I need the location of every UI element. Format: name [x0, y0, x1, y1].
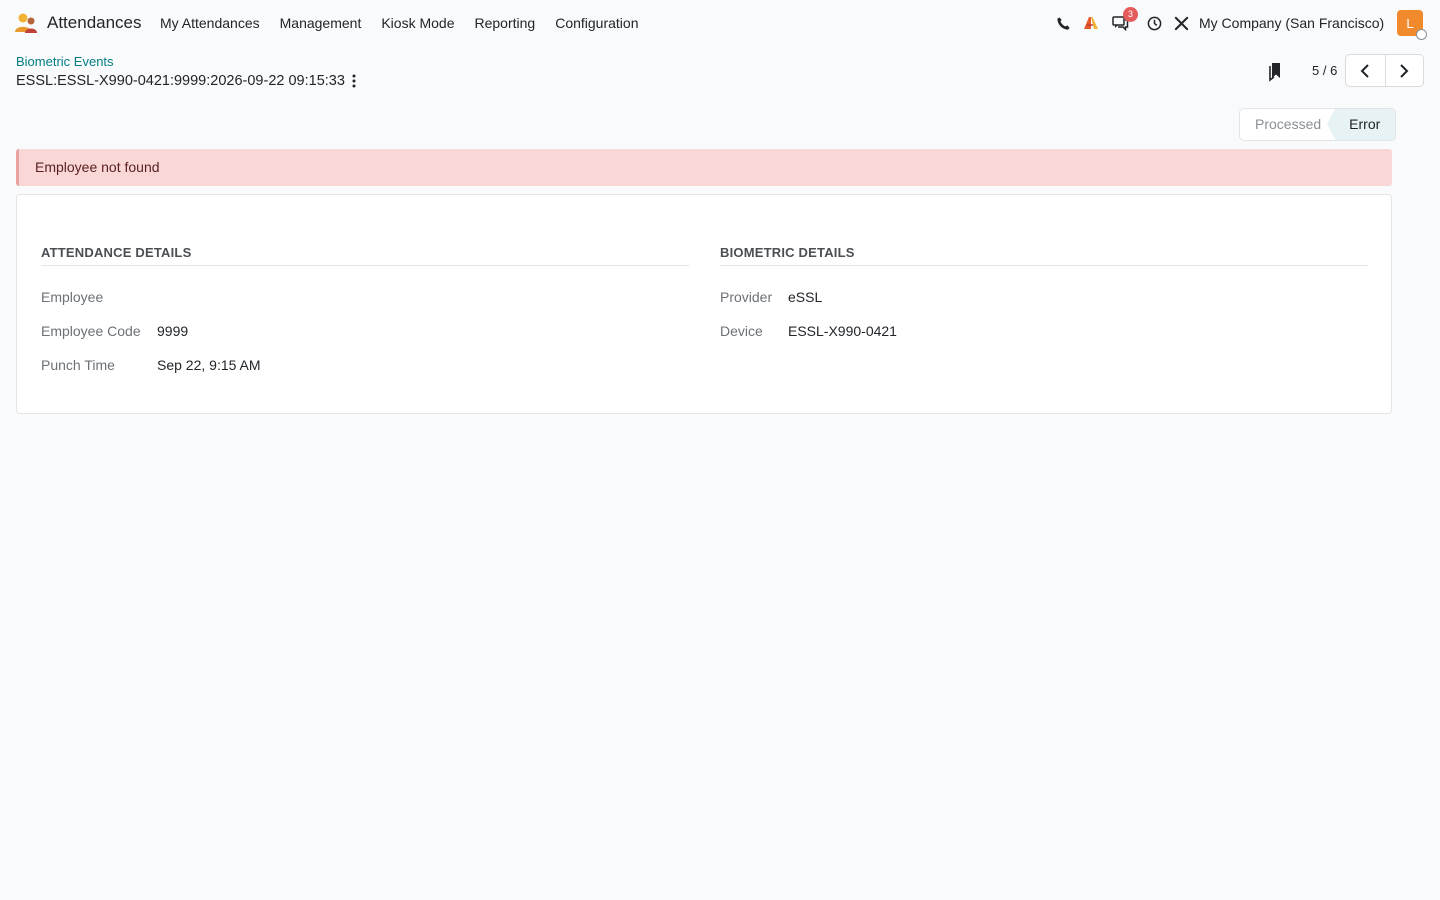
provider-field: Provider eSSL: [720, 287, 1368, 307]
employee-code-label: Employee Code: [41, 323, 141, 339]
status-bar: Processed Error: [1239, 108, 1397, 141]
user-avatar[interactable]: L: [1397, 10, 1427, 40]
chevron-right-icon: [1400, 63, 1409, 78]
breadcrumb-biometric-events[interactable]: Biometric Events: [16, 54, 114, 70]
app-name[interactable]: Attendances: [47, 12, 142, 34]
punch-time-value[interactable]: Sep 22, 9:15 AM: [157, 355, 261, 375]
attendance-details-title: ATTENDANCE DETAILS: [41, 245, 689, 266]
activity-icon[interactable]: [1081, 11, 1101, 35]
employee-code-value[interactable]: 9999: [157, 321, 188, 341]
punch-time-field: Punch Time Sep 22, 9:15 AM: [41, 355, 689, 375]
top-navbar: Attendances My Attendances Management Ki…: [0, 0, 1440, 46]
status-processed[interactable]: Processed: [1240, 109, 1335, 140]
error-alert: Employee not found: [16, 149, 1392, 186]
attendance-details-group: ATTENDANCE DETAILS Employee Employee Cod…: [41, 245, 689, 373]
device-value[interactable]: ESSL-X990-0421: [788, 321, 897, 341]
menu-my-attendances[interactable]: My Attendances: [160, 13, 260, 33]
messages-badge: 3: [1123, 7, 1138, 22]
clock-icon[interactable]: [1144, 11, 1164, 35]
status-error[interactable]: Error: [1327, 109, 1396, 140]
employee-label: Employee: [41, 289, 104, 305]
biometric-details-group: BIOMETRIC DETAILS Provider eSSL Device E…: [720, 245, 1368, 339]
alert-message: Employee not found: [35, 159, 160, 175]
provider-value[interactable]: eSSL: [788, 287, 822, 307]
actions-menu-icon[interactable]: [348, 72, 360, 90]
device-label: Device: [720, 323, 763, 339]
chevron-left-icon: [1360, 63, 1369, 78]
pager-next-button[interactable]: [1384, 55, 1424, 86]
menu-kiosk-mode[interactable]: Kiosk Mode: [381, 13, 454, 33]
menu-configuration[interactable]: Configuration: [555, 13, 638, 33]
employee-code-field: Employee Code 9999: [41, 321, 689, 341]
company-switcher[interactable]: My Company (San Francisco): [1199, 13, 1384, 33]
record-title: ESSL:ESSL-X990-0421:9999:2026-09-22 09:1…: [16, 73, 345, 89]
attendances-app-icon[interactable]: [14, 12, 38, 34]
presence-status-icon: [1416, 29, 1427, 40]
biometric-details-title: BIOMETRIC DETAILS: [720, 245, 1368, 266]
pager-value[interactable]: 5 / 6: [1312, 63, 1337, 79]
pager-buttons: [1345, 54, 1424, 87]
phone-icon[interactable]: [1053, 11, 1073, 35]
menu-reporting[interactable]: Reporting: [475, 13, 536, 33]
avatar-initial: L: [1406, 15, 1414, 31]
employee-field: Employee: [41, 287, 689, 307]
pager-previous-button[interactable]: [1346, 55, 1385, 86]
main-menu: My Attendances Management Kiosk Mode Rep…: [160, 13, 658, 33]
provider-label: Provider: [720, 289, 773, 305]
bookmark-icon[interactable]: [1266, 60, 1286, 82]
menu-management[interactable]: Management: [280, 13, 362, 33]
punch-time-label: Punch Time: [41, 357, 115, 373]
form-sheet: ATTENDANCE DETAILS Employee Employee Cod…: [16, 194, 1392, 414]
device-field: Device ESSL-X990-0421: [720, 321, 1368, 341]
tools-icon[interactable]: [1171, 11, 1191, 35]
